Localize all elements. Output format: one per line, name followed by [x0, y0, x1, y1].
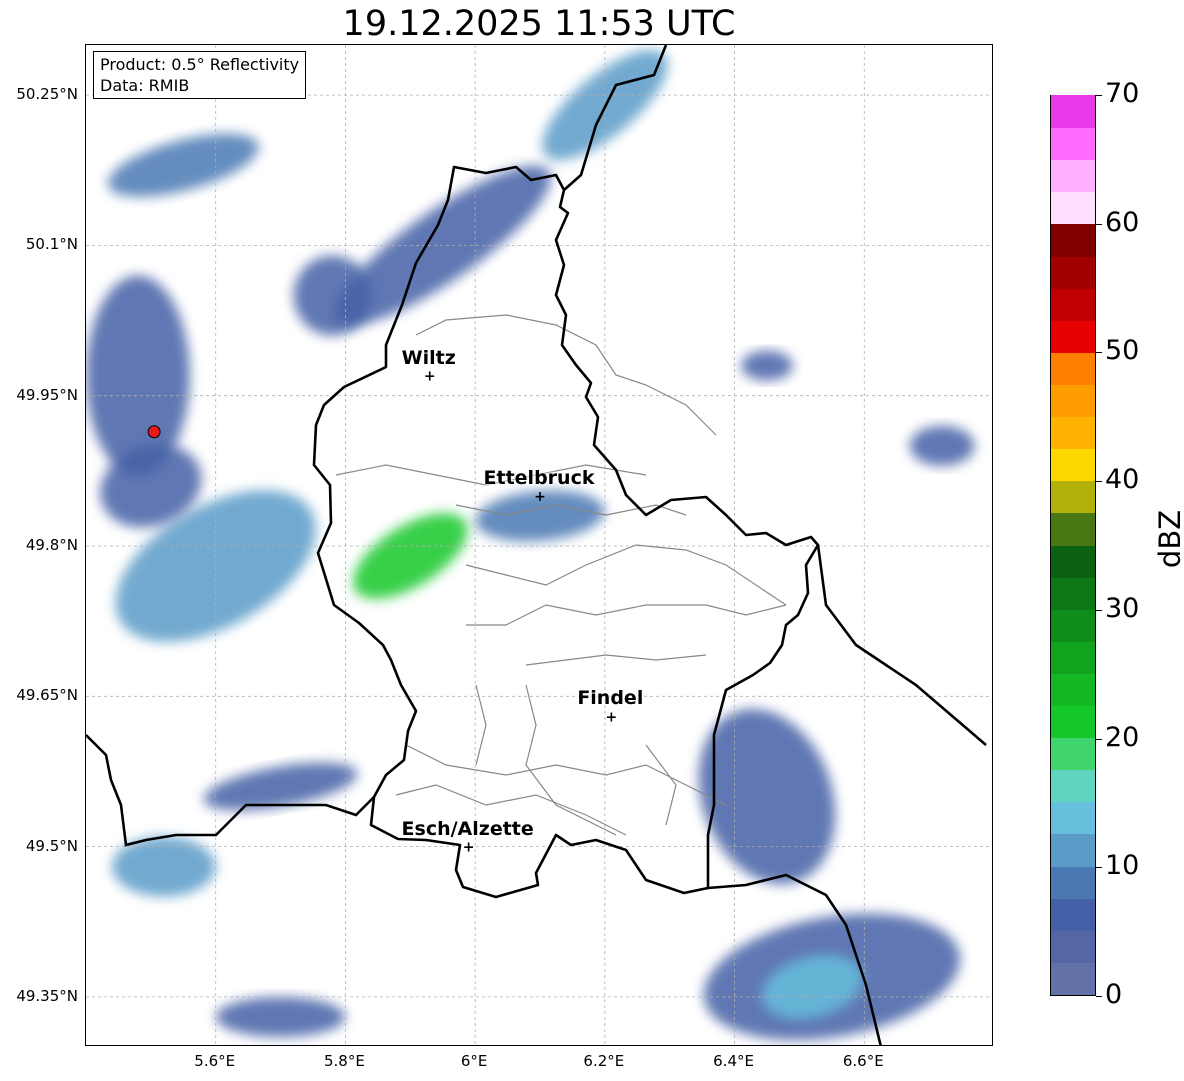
canton-border: [405, 744, 727, 806]
colorbar-segment: [1051, 255, 1095, 289]
echo-region: [353, 513, 468, 599]
echo-region: [107, 133, 259, 197]
city-marker: +: [605, 709, 617, 725]
canton-border: [645, 744, 677, 826]
longitude-tick-label: 5.6°E: [194, 1052, 236, 1070]
echo-region: [215, 996, 346, 1037]
colorbar-tick-mark: [1096, 738, 1102, 740]
latitude-tick-label: 50.1°N: [25, 235, 78, 254]
colorbar-tick-mark: [1096, 867, 1102, 869]
radar-site-marker[interactable]: [147, 425, 161, 439]
colorbar-tick-mark: [1096, 223, 1102, 225]
product-label: Product: 0.5° Reflectivity: [100, 55, 300, 74]
longitude-tick-label: 6.4°E: [713, 1052, 754, 1070]
colorbar-tick-label: 30: [1105, 592, 1140, 624]
canton-border: [466, 604, 787, 626]
colorbar-tick-mark: [1096, 481, 1102, 483]
colorbar-segment: [1051, 801, 1095, 835]
reflectivity-echoes: [86, 50, 975, 1041]
colorbar-segment: [1051, 480, 1095, 514]
city-marker: +: [424, 369, 436, 385]
colorbar-segment: [1051, 609, 1095, 642]
colorbar-tick-label: 0: [1105, 979, 1123, 1010]
city-label[interactable]: Ettelbruck: [484, 467, 595, 489]
colorbar-segment: [1051, 127, 1095, 161]
colorbar-segment: [1051, 930, 1095, 963]
canton-border: [525, 654, 707, 666]
colorbar-tick-label: 10: [1105, 850, 1140, 882]
latitude-tick-label: 49.8°N: [25, 536, 78, 554]
colorbar-tick-label: 40: [1105, 464, 1140, 496]
colorbar-tick-mark: [1096, 352, 1102, 354]
longitude-tick-label: 5.8°E: [324, 1052, 365, 1070]
echo-region: [698, 708, 836, 885]
colorbar-segment: [1051, 159, 1095, 193]
colorbar-segment: [1051, 191, 1095, 225]
colorbar-tick-label: 20: [1105, 721, 1140, 753]
city-marker: +: [463, 840, 475, 856]
colorbar-tick-label: 70: [1105, 78, 1140, 109]
city-marker: +: [534, 489, 546, 505]
canton-border: [475, 684, 487, 766]
city-label[interactable]: Esch/Alzette: [402, 818, 534, 840]
colorbar-segment: [1051, 223, 1095, 257]
colorbar-segment: [1051, 320, 1095, 353]
city-label[interactable]: Findel: [577, 687, 643, 709]
city-label[interactable]: Wiltz: [402, 347, 456, 369]
colorbar-segment: [1051, 448, 1095, 482]
colorbar-segment: [1051, 512, 1095, 546]
map-canvas[interactable]: + + + +: [86, 45, 993, 1046]
colorbar-unit-label: dBZ: [1153, 509, 1184, 569]
product-info-box: Product: 0.5° Reflectivity Data: RMIB: [93, 51, 307, 99]
longitude-tick-label: 6°E: [460, 1052, 488, 1070]
latitude-tick-label: 50.25°N: [16, 85, 78, 104]
colorbar-segment: [1051, 673, 1095, 707]
canton-border: [465, 544, 787, 606]
colorbar-segment: [1051, 833, 1095, 867]
data-source-label: Data: RMIB: [100, 76, 190, 95]
colorbar-tick-mark: [1096, 95, 1102, 96]
germany-border: [563, 45, 987, 1045]
colorbar-segment: [1051, 352, 1095, 385]
colorbar-segment: [1051, 95, 1095, 129]
echo-region: [909, 425, 975, 466]
canton-border: [415, 314, 717, 436]
colorbar-tick-mark: [1096, 996, 1102, 997]
colorbar-tick-label: 60: [1105, 206, 1140, 238]
latitude-tick-label: 49.35°N: [16, 986, 78, 1005]
colorbar-segment: [1051, 641, 1095, 674]
latitude-tick-label: 49.5°N: [25, 836, 78, 855]
colorbar-segment: [1051, 416, 1095, 450]
echo-region: [741, 350, 793, 381]
longitude-tick-label: 6.2°E: [583, 1052, 625, 1070]
latitude-tick-label: 49.95°N: [16, 385, 78, 404]
colorbar-segment: [1051, 962, 1095, 995]
colorbar-segment: [1051, 384, 1095, 418]
colorbar-segment: [1051, 705, 1095, 739]
latitude-tick-label: 49.65°N: [16, 686, 78, 705]
colorbar-segment: [1051, 544, 1095, 578]
map-title: 19.12.2025 11:53 UTC: [342, 4, 736, 44]
colorbar-segment: [1051, 577, 1095, 610]
radar-map[interactable]: + + + +: [85, 44, 993, 1046]
colorbar-segment: [1051, 288, 1095, 321]
colorbar-segment: [1051, 769, 1095, 803]
city-markers: + + + +: [424, 369, 617, 856]
colorbar-segment: [1051, 737, 1095, 771]
echo-region: [293, 255, 372, 336]
echo-region: [86, 275, 190, 476]
colorbar-segment: [1051, 898, 1095, 931]
dbz-colorbar: [1050, 95, 1096, 996]
colorbar-tick-mark: [1096, 609, 1102, 611]
longitude-tick-label: 6.6°E: [842, 1052, 884, 1070]
colorbar-segment: [1051, 865, 1095, 899]
colorbar-tick-label: 50: [1105, 335, 1140, 367]
